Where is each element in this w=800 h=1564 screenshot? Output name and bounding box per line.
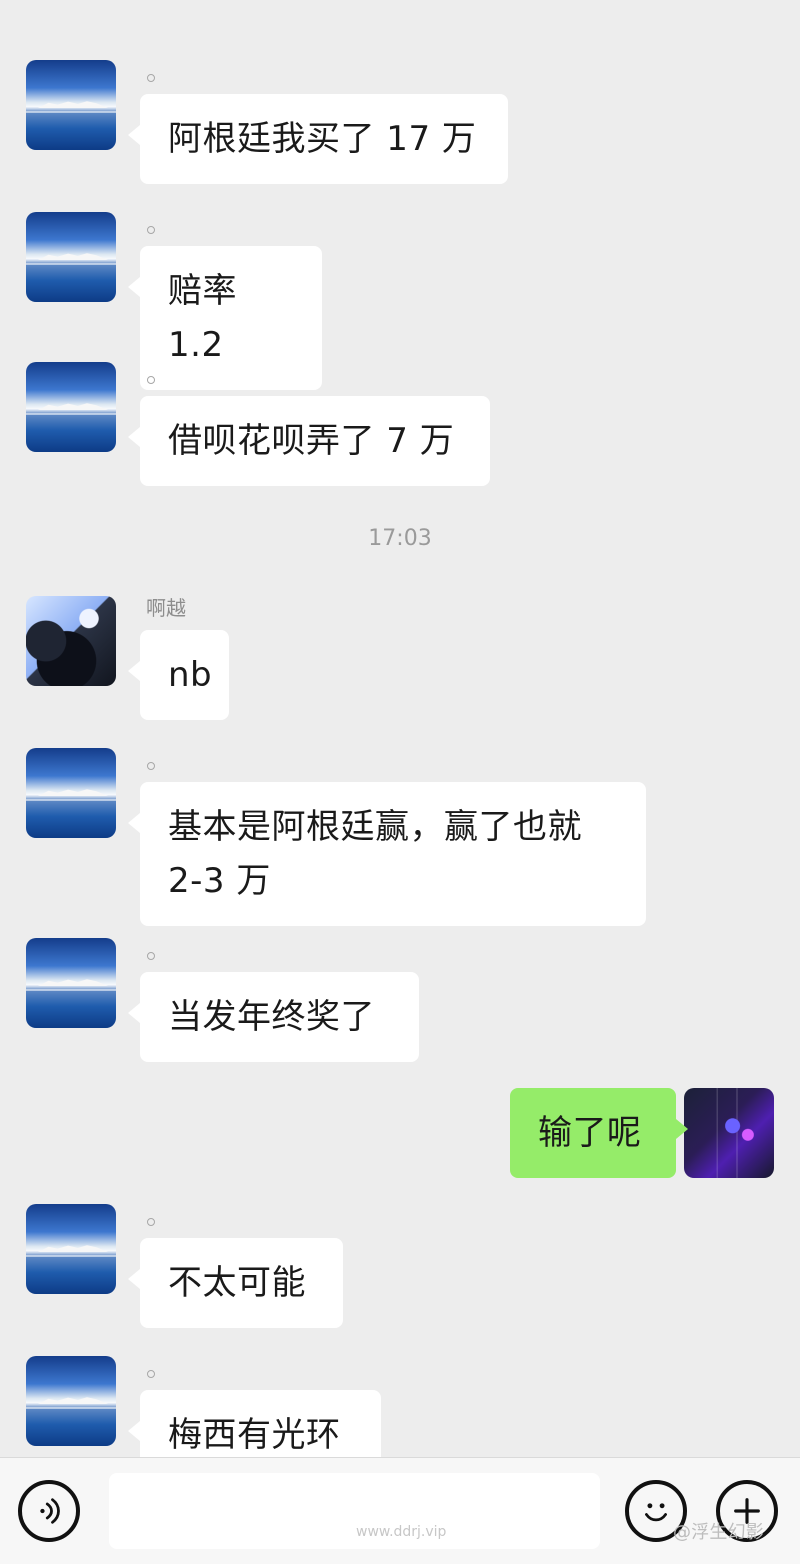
- message-text: 输了呢: [538, 1113, 642, 1153]
- sender-name-placeholder: [147, 952, 155, 960]
- landscape-avatar-icon[interactable]: [26, 1204, 116, 1294]
- sender-name-placeholder: [147, 74, 155, 82]
- message-bubble[interactable]: 基本是阿根廷赢，赢了也就 2-3 万: [128, 782, 646, 926]
- landscape-avatar-icon[interactable]: [26, 1356, 116, 1446]
- message-bubble[interactable]: 输了呢: [510, 1088, 688, 1178]
- message-text: 阿根廷我买了 17 万: [168, 119, 477, 159]
- landscape-avatar-icon[interactable]: [26, 60, 116, 150]
- chat-history: 阿根廷我买了 17 万 赔率 1.2 借呗花呗弄了 7 万 17:03 啊越 n…: [0, 0, 800, 1457]
- sender-name-placeholder: [147, 376, 155, 384]
- voice-icon[interactable]: [18, 1480, 80, 1542]
- message-text: 基本是阿根廷赢，赢了也就 2-3 万: [168, 807, 582, 901]
- watermark-site: www.ddrj.vip: [356, 1524, 447, 1540]
- watermark-user: @浮生幻影: [673, 1522, 764, 1543]
- neon-avatar-icon[interactable]: [684, 1088, 774, 1178]
- landscape-avatar-icon[interactable]: [26, 938, 116, 1028]
- landscape-avatar-icon[interactable]: [26, 748, 116, 838]
- sender-name-placeholder: [147, 762, 155, 770]
- message-input[interactable]: [109, 1473, 600, 1549]
- sender-name-placeholder: [147, 1370, 155, 1378]
- landscape-avatar-icon[interactable]: [26, 212, 116, 302]
- message-text: 当发年终奖了: [168, 997, 375, 1037]
- message-bubble[interactable]: nb: [128, 630, 229, 720]
- message-text: 借呗花呗弄了 7 万: [168, 421, 455, 461]
- message-bubble[interactable]: 赔率 1.2: [128, 246, 322, 390]
- message-bubble[interactable]: 不太可能: [128, 1238, 343, 1328]
- anime-avatar-icon[interactable]: [26, 596, 116, 686]
- chat-screen: 阿根廷我买了 17 万 赔率 1.2 借呗花呗弄了 7 万 17:03 啊越 n…: [0, 0, 800, 1564]
- message-bubble[interactable]: 阿根廷我买了 17 万: [128, 94, 508, 184]
- landscape-avatar-icon[interactable]: [26, 362, 116, 452]
- message-composer: www.ddrj.vip @浮生幻影: [0, 1457, 800, 1564]
- sender-name-placeholder: [147, 226, 155, 234]
- sender-name-placeholder: [147, 1218, 155, 1226]
- message-text: nb: [168, 655, 213, 695]
- message-text: 赔率 1.2: [168, 271, 237, 365]
- sender-name: 啊越: [146, 596, 186, 620]
- chat-timestamp: 17:03: [368, 526, 432, 551]
- message-text: 不太可能: [168, 1263, 306, 1303]
- message-bubble[interactable]: 梅西有光环: [128, 1390, 381, 1457]
- message-text: 梅西有光环: [168, 1415, 341, 1455]
- message-bubble[interactable]: 借呗花呗弄了 7 万: [128, 396, 490, 486]
- message-bubble[interactable]: 当发年终奖了: [128, 972, 419, 1062]
